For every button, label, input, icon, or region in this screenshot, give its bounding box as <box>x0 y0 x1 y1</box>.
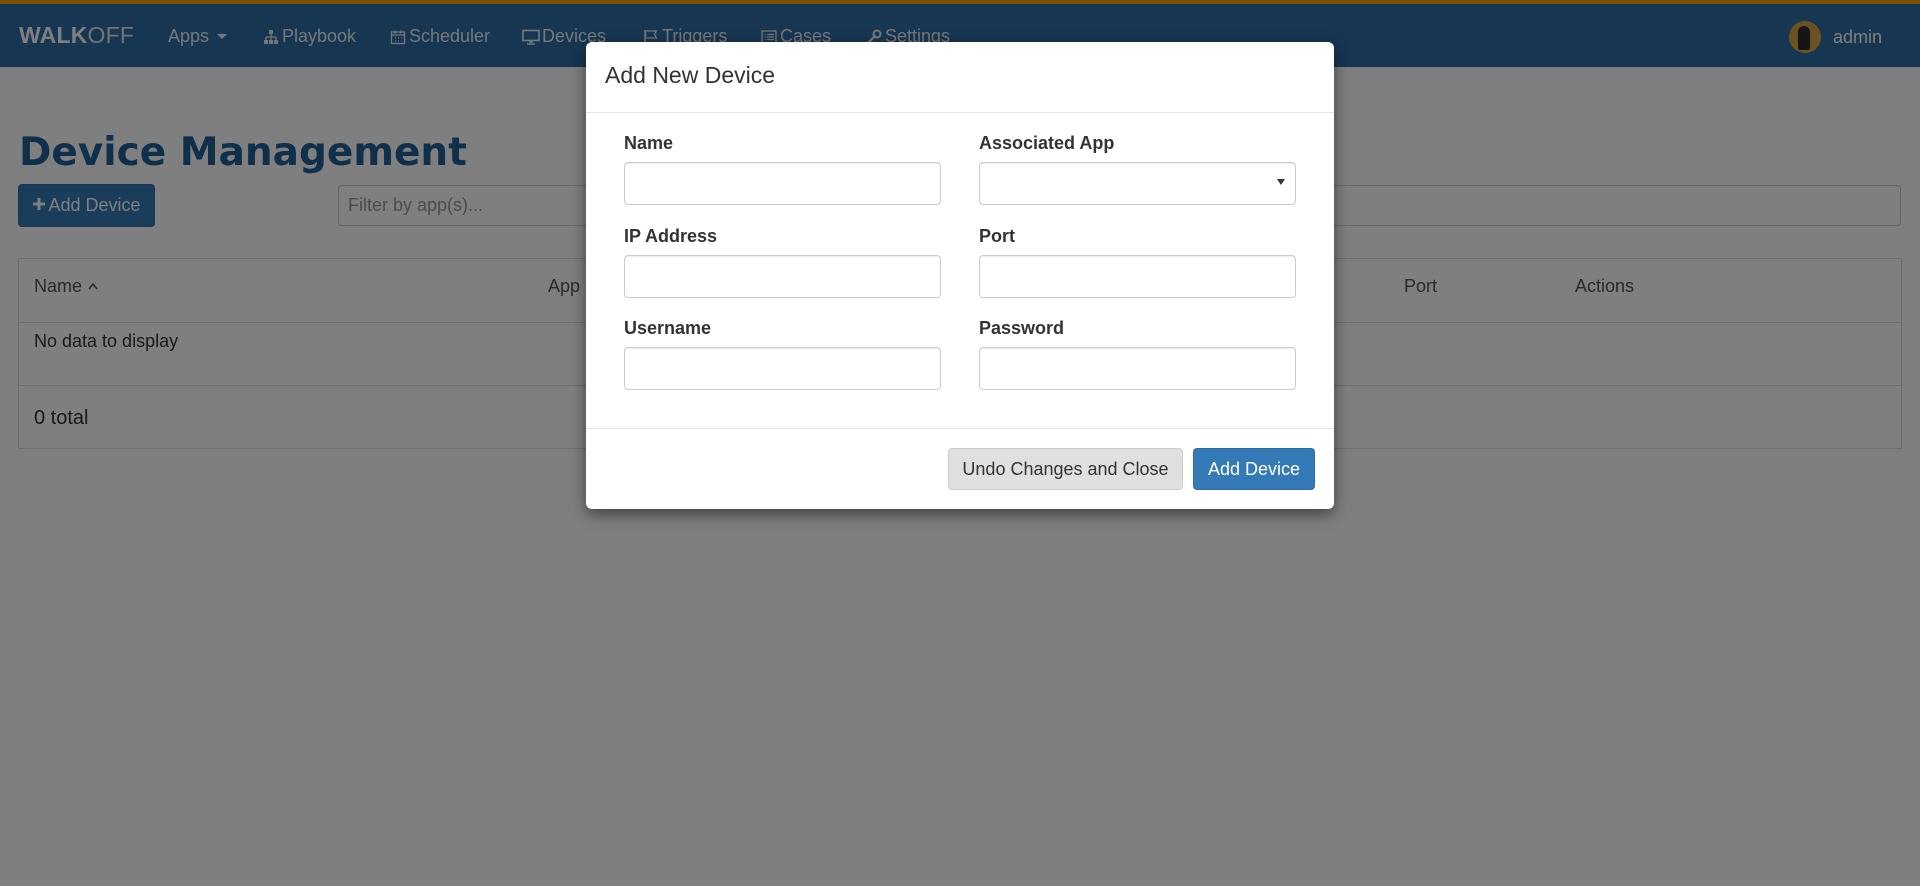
select-arrow-icon <box>1277 179 1285 185</box>
ip-address-label: IP Address <box>624 226 718 246</box>
modal-header: Add New Device <box>586 42 1334 113</box>
port-input[interactable] <box>979 255 1296 298</box>
associated-app-label: Associated App <box>979 133 1115 153</box>
add-device-submit-button[interactable]: Add Device <box>1193 448 1315 490</box>
name-input[interactable] <box>624 162 941 205</box>
username-input[interactable] <box>624 347 941 390</box>
password-label: Password <box>979 318 1065 338</box>
ip-address-input[interactable] <box>624 255 941 298</box>
username-label: Username <box>624 318 712 338</box>
modal-title: Add New Device <box>605 62 776 88</box>
modal-footer: Undo Changes and Close Add Device <box>586 428 1334 509</box>
associated-app-select[interactable] <box>979 162 1296 205</box>
undo-changes-and-close-button[interactable]: Undo Changes and Close <box>948 448 1183 490</box>
name-label: Name <box>624 133 674 153</box>
password-input[interactable] <box>979 347 1296 390</box>
port-label: Port <box>979 226 1015 246</box>
add-device-modal: Add New Device Name Associated App IP Ad… <box>586 42 1334 509</box>
